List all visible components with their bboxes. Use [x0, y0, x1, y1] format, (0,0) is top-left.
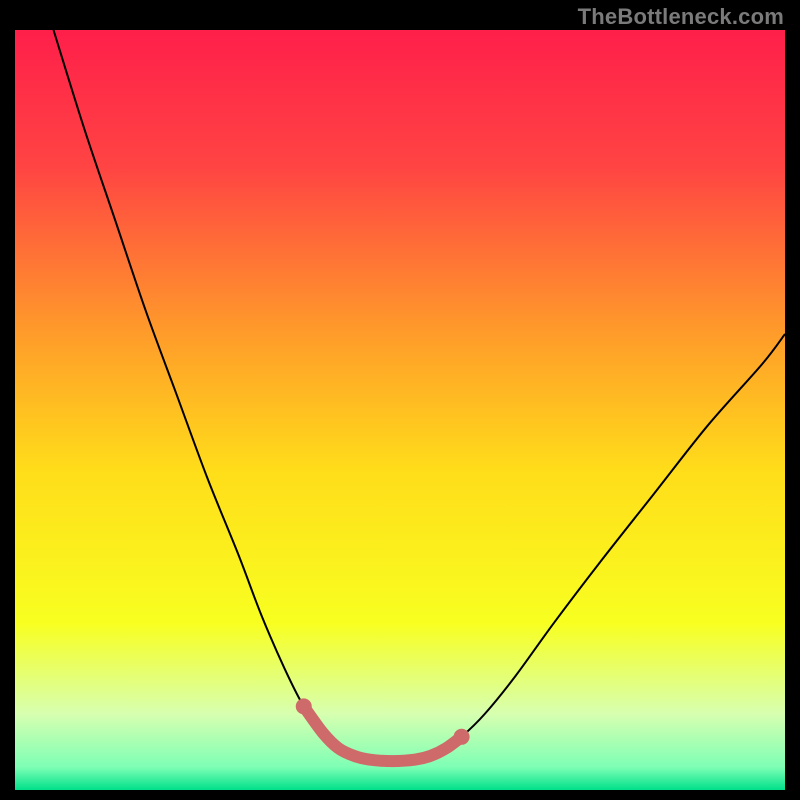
- plot-area: [15, 30, 785, 790]
- gradient-background: [15, 30, 785, 790]
- bottleneck-chart: [15, 30, 785, 790]
- chart-frame: TheBottleneck.com: [0, 0, 800, 800]
- watermark-text: TheBottleneck.com: [578, 4, 784, 30]
